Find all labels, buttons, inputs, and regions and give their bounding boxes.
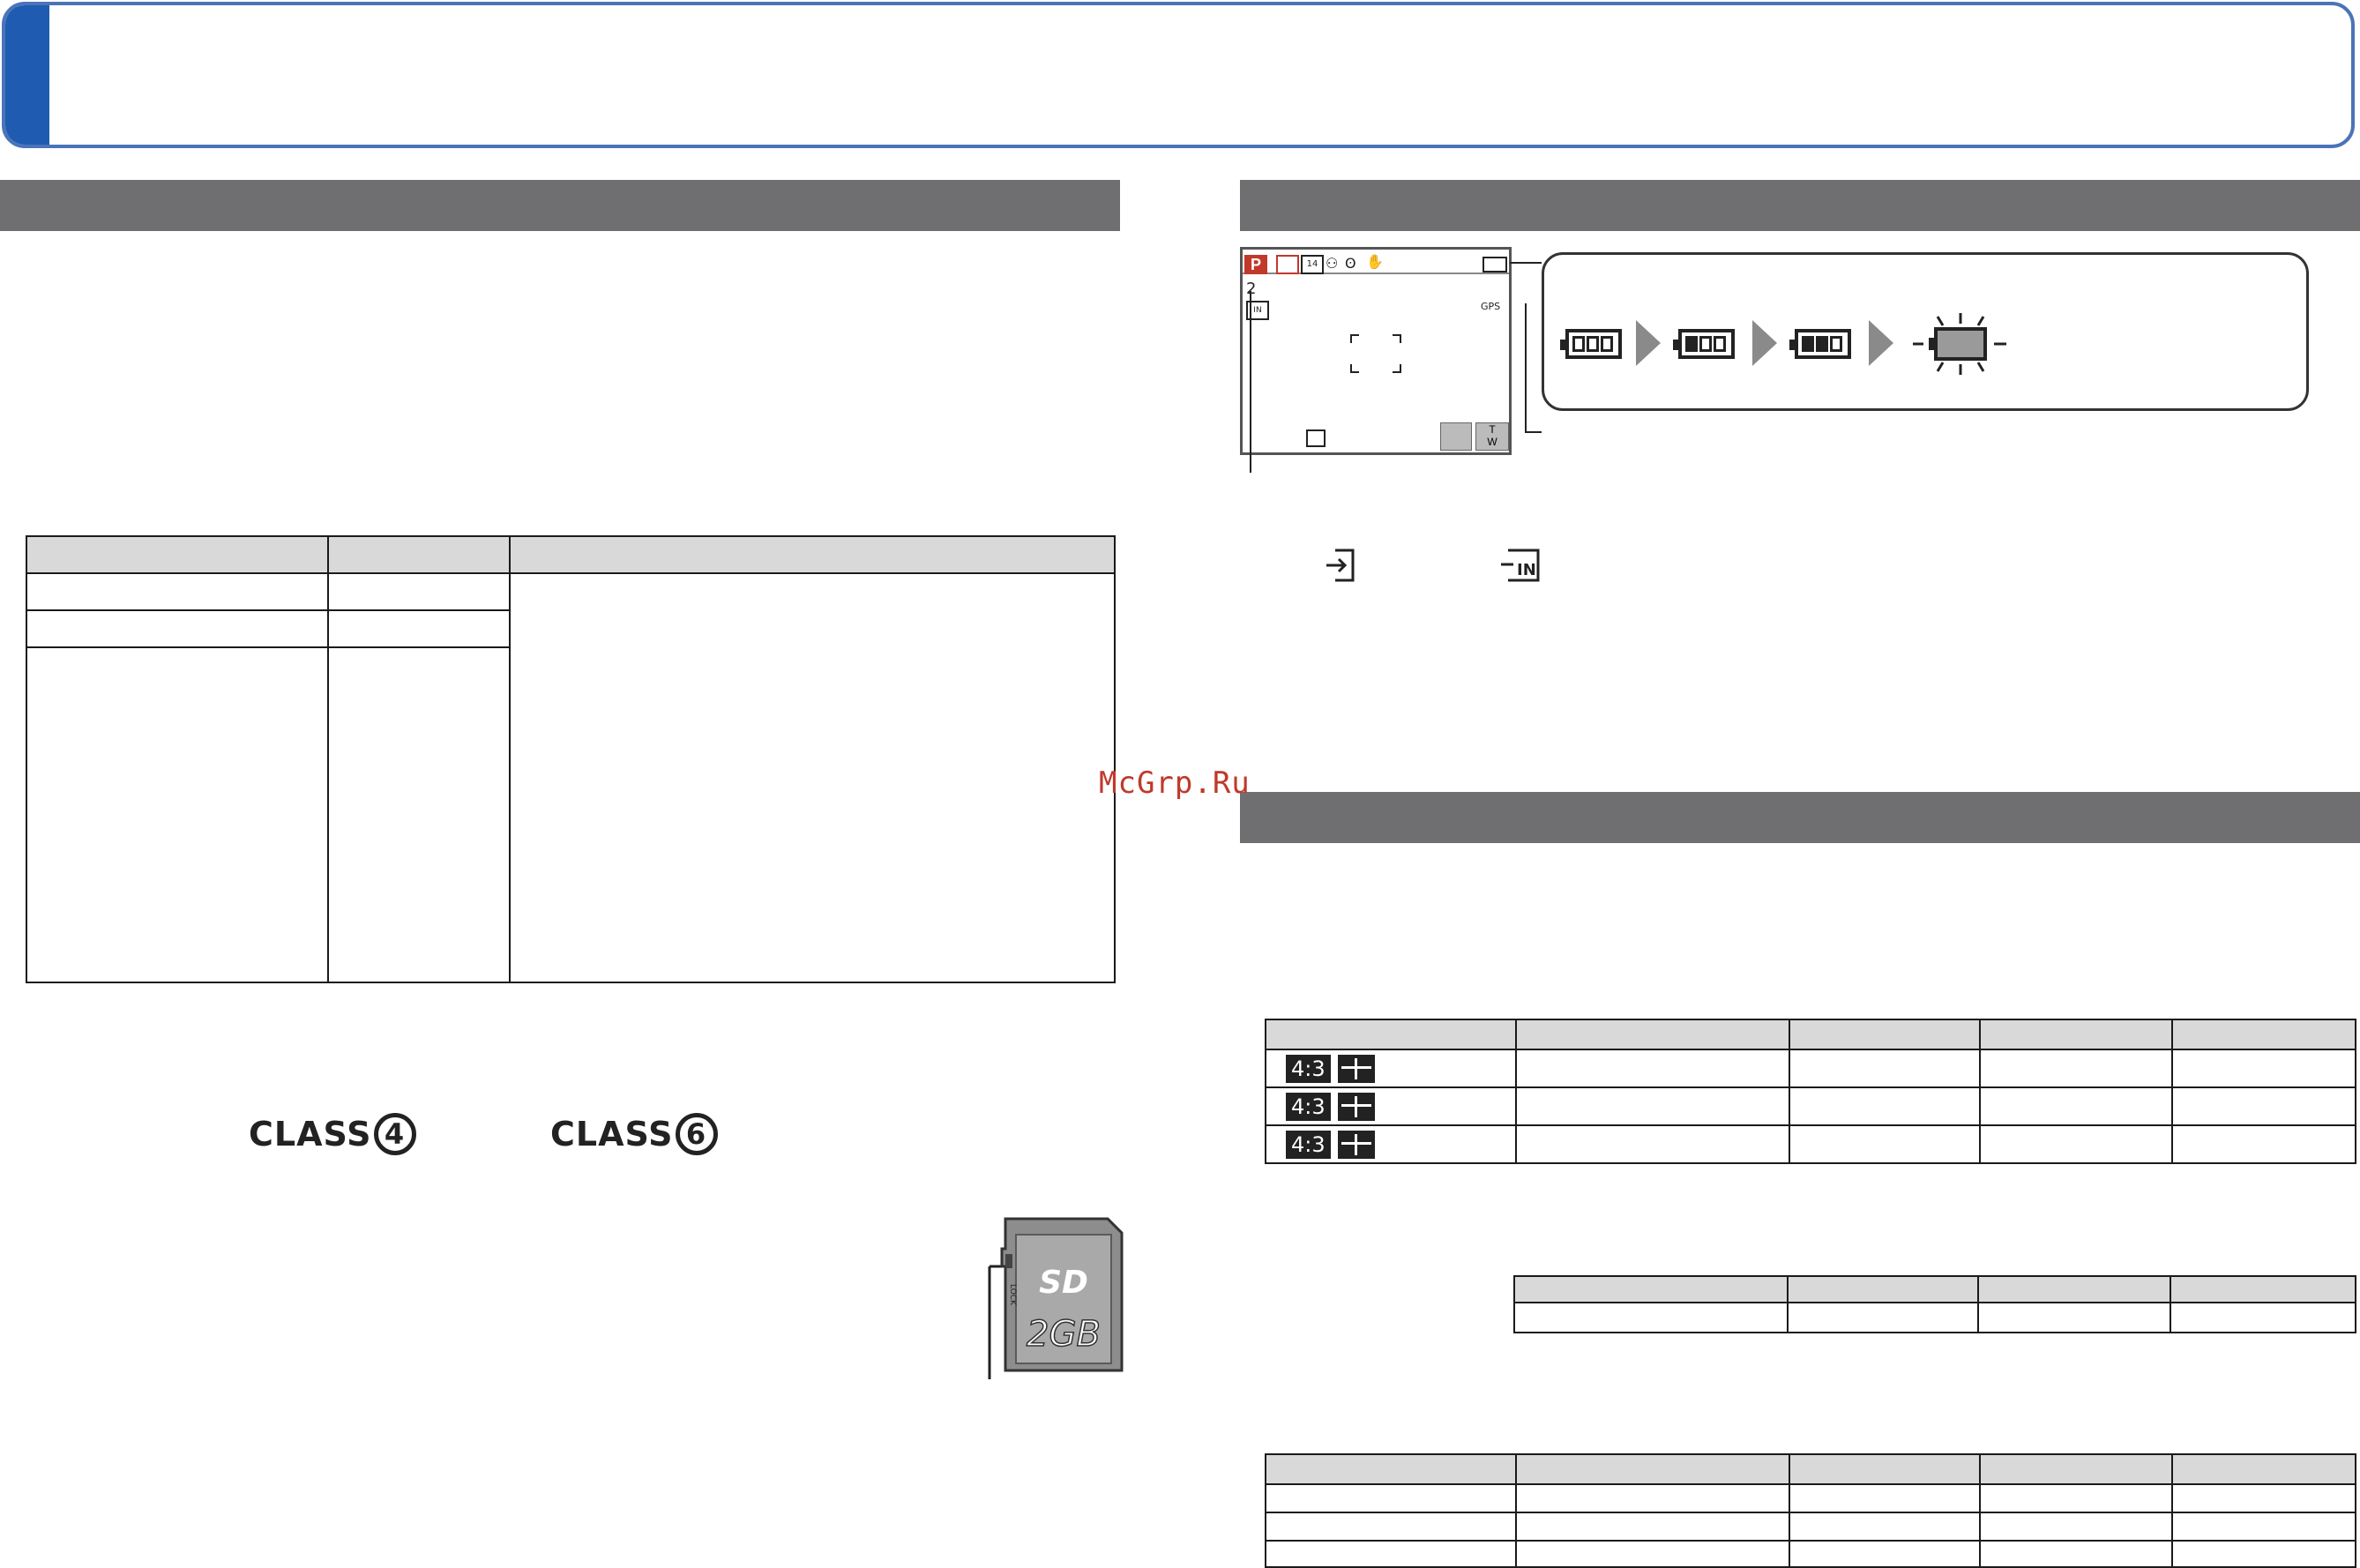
table-cell [2170,1302,2356,1333]
table-cell [509,572,1116,983]
lcd-leader-lines [1250,262,1542,473]
table-header-cell [327,535,511,574]
table-cell: 4:3 [1265,1086,1517,1126]
table-cell [1513,1302,1789,1333]
table-row: 4:3 [1265,1086,2356,1126]
aspect-ratio-badge: 4:3 [1286,1054,1331,1083]
picture-size-icon [1337,1092,1375,1121]
table-header-cell [2171,1453,2356,1485]
table-cell [2171,1124,2356,1164]
table-cell [1979,1049,2173,1088]
table-cell [327,609,511,648]
table-cell [2171,1086,2356,1126]
built-in-memory-icon: IN [1501,549,1540,582]
table-cell [1979,1540,2173,1568]
table-cell [26,646,329,983]
battery-level-callout [1542,252,2309,411]
table-row [1265,1512,2356,1542]
table-cell [2171,1512,2356,1542]
battery-low-icon [1789,329,1851,359]
battery-partial-icon [1673,329,1735,359]
table-header-cell [1513,1275,1789,1303]
table-row [1265,1483,2356,1513]
table-header-cell [1789,1453,1981,1485]
table-row: 4:3 [1265,1049,2356,1088]
table-cell [1515,1512,1790,1542]
table-cell [1977,1302,2171,1333]
title-banner [2,2,2355,148]
class-4-logo: CLASS 4 [249,1113,416,1155]
table-cell [1789,1483,1981,1513]
table-cell [1265,1540,1517,1568]
table-header-cell [2171,1019,2356,1050]
battery-full-icon [1560,329,1622,359]
section-bar-right-top [1240,180,2360,231]
table-header-cell [509,535,1116,574]
aspect-ratio-badge: 4:3 [1286,1092,1331,1121]
table-header-cell [2170,1275,2356,1303]
table-header-cell [1265,1453,1517,1485]
bottom-table [1265,1453,2356,1568]
section-bar-right-bottom [1240,792,2360,843]
small-table [1513,1275,2356,1333]
table-row: 4:3 [1265,1124,2356,1164]
arrow-right-icon [1752,320,1777,366]
aspect-ratio-badge: 4:3 [1286,1130,1331,1159]
table-cell [1789,1049,1981,1088]
table-cell [1787,1302,1979,1333]
table-header-cell [1515,1019,1790,1050]
table-cell [1515,1086,1790,1126]
ratio-table: 4:3 4:3 4:3 [1265,1019,2356,1164]
table-row [1265,1540,2356,1568]
table-header-cell [1977,1275,2171,1303]
table-cell [1789,1512,1981,1542]
title-accent-bar [5,5,49,145]
table-cell [327,572,511,611]
table-cell [1979,1512,2173,1542]
table-cell [2171,1483,2356,1513]
table-row [1513,1302,2356,1333]
sd-capacity-text: 2GB [1027,1314,1101,1355]
table-header-cell [26,535,329,574]
table-cell [26,609,329,648]
battery-empty-blinking-icon [1913,313,2006,375]
arrow-right-icon [1636,320,1661,366]
table-header-cell [1265,1019,1517,1050]
table-cell [1515,1124,1790,1164]
sd-lock-label: LOCK [1008,1284,1017,1306]
sd-card-illustration: SD 2GB LOCK [988,1217,1124,1379]
class-6-logo: CLASS 6 [550,1113,718,1155]
table-cell [327,646,511,983]
sd-brand-text: SD [1039,1265,1088,1301]
table-cell [1789,1086,1981,1126]
table-cell [1979,1086,2173,1126]
svg-text:IN: IN [1517,561,1536,579]
table-cell [1515,1049,1790,1088]
table-cell [1979,1124,2173,1164]
picture-size-icon [1337,1130,1375,1159]
table-cell [1515,1483,1790,1513]
table-cell [1515,1540,1790,1568]
table-header-cell [1979,1453,2173,1485]
table-cell [1265,1512,1517,1542]
table-cell [26,572,329,611]
table-header-cell [1787,1275,1979,1303]
table-cell [1979,1483,2173,1513]
picture-size-icon [1337,1054,1375,1083]
table-header-cell [1789,1019,1981,1050]
arrow-right-icon [1869,320,1893,366]
table-cell [2171,1049,2356,1088]
table-cell: 4:3 [1265,1049,1517,1088]
table-header-cell [1515,1453,1790,1485]
table-cell [1789,1540,1981,1568]
card-destination-icon [1326,549,1355,582]
memory-table [26,535,1116,983]
watermark-text: McGrp.Ru [1099,765,1251,801]
table-cell [1265,1483,1517,1513]
table-cell [1789,1124,1981,1164]
table-cell: 4:3 [1265,1124,1517,1164]
section-bar-left [0,180,1120,231]
table-cell [2171,1540,2356,1568]
table-header-cell [1979,1019,2173,1050]
